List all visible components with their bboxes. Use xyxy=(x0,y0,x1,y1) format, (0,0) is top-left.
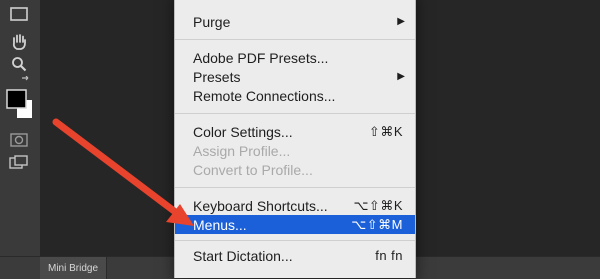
annotation-arrow-icon xyxy=(52,118,194,226)
